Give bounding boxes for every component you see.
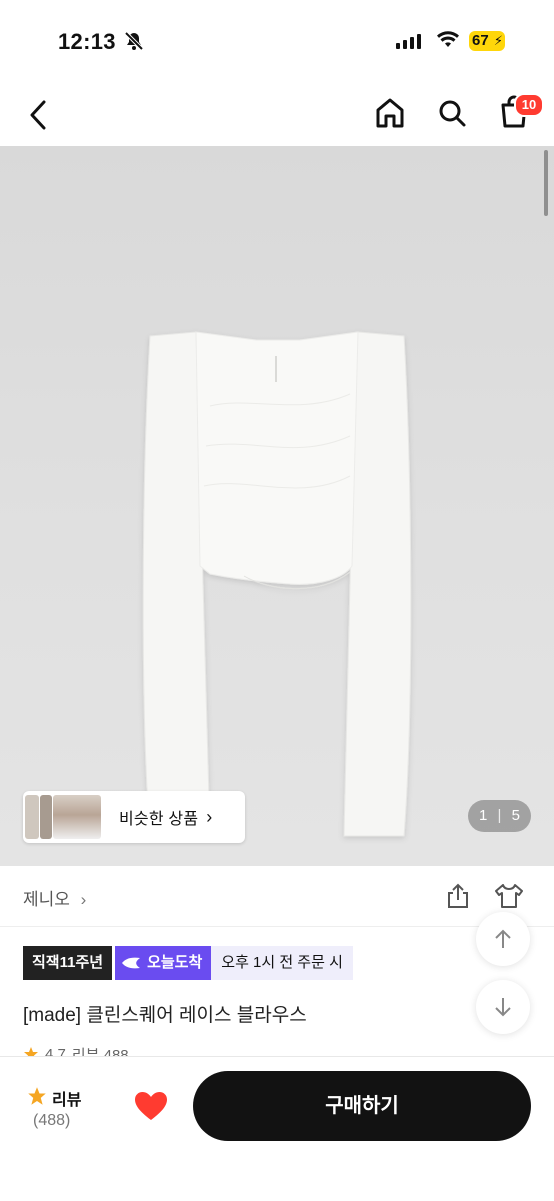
image-counter-current: 1 [479, 807, 488, 824]
blouse-illustration [142, 331, 412, 837]
share-icon[interactable] [444, 882, 472, 915]
thumbnail-2 [40, 795, 52, 839]
arrow-up-icon [495, 929, 511, 948]
thumbnail-3 [53, 795, 101, 839]
cart-count-badge: 10 [514, 93, 544, 117]
cellular-signal-icon [396, 34, 421, 49]
store-link[interactable]: 제니오 › [23, 885, 86, 910]
chevron-right-icon: › [206, 806, 213, 827]
delivery-badge-label: 오늘도착 [147, 954, 203, 971]
product-image[interactable]: 비슷한 상품 › 1 | 5 [0, 146, 554, 866]
badge-row: 직잭11주년 오늘도착 오후 1시 전 주문 시 [23, 946, 353, 980]
scroll-up-button[interactable] [476, 912, 530, 966]
wifi-icon [436, 31, 460, 54]
store-row: 제니오 › [0, 866, 554, 927]
delivery-badge: 오늘도착 [115, 946, 212, 980]
status-bar: 12:13 67 ⚡ [0, 0, 554, 84]
arrow-down-icon [495, 998, 511, 1017]
search-icon[interactable] [436, 96, 468, 135]
charging-icon: ⚡ [493, 33, 503, 48]
store-name: 제니오 [23, 890, 70, 909]
battery-indicator: 67 ⚡ [469, 31, 505, 51]
top-nav [0, 84, 554, 146]
delivery-note: 오후 1시 전 주문 시 [211, 946, 353, 980]
similar-products-button[interactable]: 비슷한 상품 › [23, 791, 245, 843]
thumbnail-1 [25, 795, 39, 839]
fast-delivery-icon [122, 957, 141, 969]
bell-off-icon [124, 31, 144, 56]
review-label[interactable]: 리뷰 [52, 1086, 81, 1110]
home-icon[interactable] [374, 96, 406, 135]
image-counter-total: 5 [511, 807, 520, 824]
similar-products-label: 비슷한 상품 [119, 811, 199, 828]
status-time: 12:13 [58, 29, 116, 54]
bottom-action-bar: 리뷰 (488) 구매하기 [0, 1056, 554, 1201]
image-counter: 1 | 5 [468, 800, 531, 832]
back-button[interactable] [24, 98, 54, 132]
battery-level: 67 [472, 32, 489, 49]
similar-thumbnails [25, 793, 105, 841]
star-icon [27, 1086, 47, 1111]
buy-button[interactable]: 구매하기 [193, 1071, 531, 1141]
product-title: [made] 클린스퀘어 레이스 블라우스 [23, 1005, 307, 1026]
chevron-right-icon: › [80, 890, 87, 909]
outfit-compare-icon[interactable] [494, 882, 524, 915]
review-count[interactable]: (488) [33, 1112, 70, 1130]
anniversary-badge: 직잭11주년 [23, 946, 113, 980]
scroll-down-button[interactable] [476, 980, 530, 1034]
counter-divider: | [497, 807, 502, 824]
heart-icon[interactable] [133, 1090, 169, 1127]
